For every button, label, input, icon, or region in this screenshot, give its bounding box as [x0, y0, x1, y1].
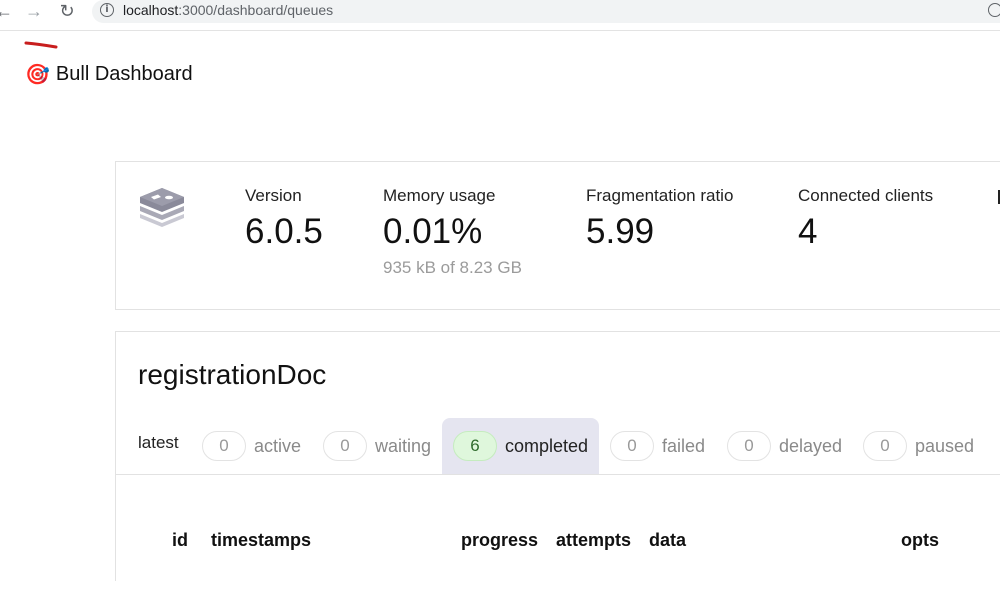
- redis-stats-card: Version 6.0.5 Memory usage 0.01% 935 kB …: [115, 161, 1000, 310]
- brand-header[interactable]: 🎯 Bull Dashboard: [25, 62, 193, 87]
- stat-value: 0.01%: [383, 212, 483, 251]
- tab-label: failed: [662, 435, 706, 456]
- count-badge: 0: [610, 431, 654, 461]
- address-bar[interactable]: i localhost:3000/dashboard/queues: [92, 0, 1000, 23]
- back-arrow-icon[interactable]: ←: [0, 1, 14, 21]
- count-badge: 0: [202, 431, 246, 461]
- count-badge: 0: [863, 431, 907, 461]
- column-header-timestamps: timestamps: [211, 530, 312, 550]
- tab-latest[interactable]: latest: [138, 433, 179, 453]
- forward-arrow-icon[interactable]: →: [24, 1, 44, 21]
- tab-paused[interactable]: 0 paused: [863, 418, 974, 474]
- tab-failed[interactable]: 0 failed: [610, 418, 705, 474]
- tab-active[interactable]: 0 active: [202, 418, 301, 474]
- redis-logo-icon: [140, 188, 184, 227]
- stat-value: 4: [798, 212, 818, 251]
- stat-memory-usage: Memory usage 0.01% 935 kB of 8.23 GB: [383, 186, 522, 278]
- stat-label: Connected clients: [798, 186, 934, 205]
- column-header-id: id: [172, 530, 188, 550]
- count-badge: 6: [453, 431, 497, 461]
- tab-completed[interactable]: 6 completed: [442, 418, 599, 474]
- omnibox-action-icon[interactable]: [988, 3, 1000, 17]
- column-header-opts: opts: [901, 530, 939, 550]
- tab-label: active: [254, 435, 302, 456]
- browser-toolbar: ← → ↻ i localhost:3000/dashboard/queues: [0, 0, 1000, 31]
- stat-label: Fragmentation ratio: [586, 186, 734, 205]
- queue-card: registrationDoc latest 0 active 0 waitin…: [115, 331, 1000, 581]
- column-header-progress: progress: [461, 530, 539, 550]
- stat-label: Memory usage: [383, 186, 496, 205]
- reload-icon[interactable]: ↻: [57, 1, 77, 21]
- tab-label: paused: [915, 435, 975, 456]
- queue-status-tabs: latest 0 active 0 waiting 6 completed 0 …: [116, 418, 1000, 475]
- queue-name: registrationDoc: [138, 359, 327, 390]
- site-info-icon[interactable]: i: [100, 3, 114, 17]
- stat-version: Version 6.0.5: [245, 186, 323, 252]
- tab-label: delayed: [779, 435, 843, 456]
- url-path: :3000/dashboard/queues: [178, 2, 334, 18]
- tab-label: completed: [505, 435, 589, 456]
- tab-label: waiting: [375, 435, 432, 456]
- column-header-attempts: attempts: [556, 530, 632, 550]
- stat-fragmentation-ratio: Fragmentation ratio 5.99: [586, 186, 733, 252]
- stat-subtext: 935 kB of 8.23 GB: [383, 258, 522, 277]
- red-scribble-mark: [24, 41, 58, 49]
- count-badge: 0: [727, 431, 771, 461]
- stat-connected-clients: Connected clients 4: [798, 186, 933, 252]
- stat-label: Version: [245, 186, 302, 205]
- tab-delayed[interactable]: 0 delayed: [727, 418, 842, 474]
- target-logo-icon: 🎯: [25, 64, 50, 86]
- app-title: Bull Dashboard: [55, 63, 193, 85]
- stat-value: 5.99: [586, 212, 655, 251]
- count-badge: 0: [323, 431, 367, 461]
- url-host: localhost: [123, 2, 179, 18]
- url-text[interactable]: localhost:3000/dashboard/queues: [123, 2, 333, 18]
- column-header-data: data: [649, 530, 687, 550]
- stat-value: 6.0.5: [245, 212, 323, 251]
- tab-waiting[interactable]: 0 waiting: [323, 418, 431, 474]
- jobs-table-header: id timestamps progress attempts data opt…: [116, 530, 1000, 554]
